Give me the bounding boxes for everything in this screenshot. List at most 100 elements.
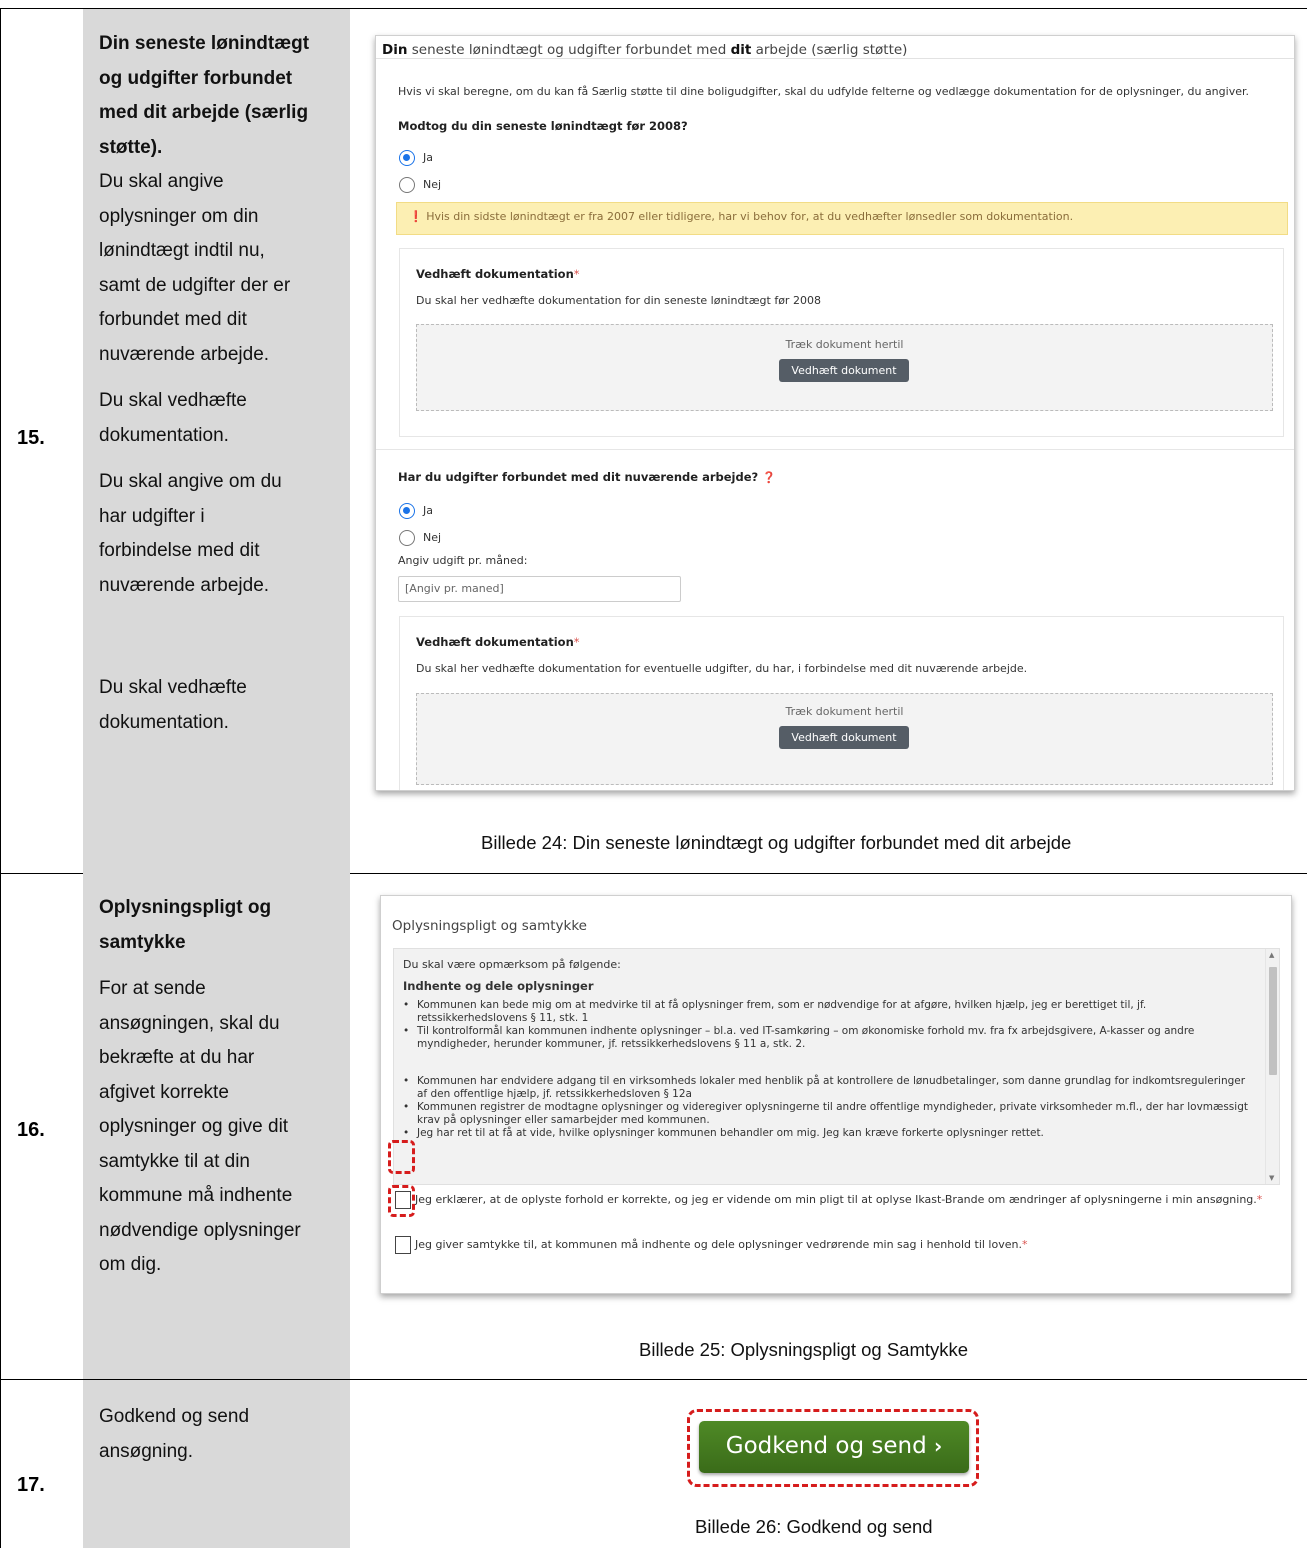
drop-zone-text: Træk dokument hertil [785, 338, 904, 351]
step-description: Godkend og send ansøgning. [99, 1400, 339, 1469]
warning-text: Hvis din sidste lønindtægt er fra 2007 e… [426, 210, 1074, 223]
table-row-16: 16. Oplysningspligt og samtykke For at s… [0, 873, 1307, 1380]
consent-checkbox[interactable] [395, 1236, 411, 1254]
text-line: nødvendige oplysninger [99, 1219, 301, 1241]
text-line: afgivet korrekte [99, 1081, 229, 1103]
terms-list: Kommunen har endvidere adgang til en vir… [403, 1075, 1257, 1141]
list-item: Kommunen registrer de modtagne oplysning… [403, 1101, 1257, 1126]
title-line: samtykke [99, 931, 186, 953]
attachment-title: Vedhæft dokumentation* [416, 635, 580, 649]
title-line: Oplysningspligt og [99, 897, 272, 918]
text-line: bekræfte at du har [99, 1047, 255, 1068]
text-line: For at sende [99, 978, 206, 999]
terms-intro: Du skal være opmærksom på følgende: [403, 958, 621, 971]
text-line: dokumentation. [99, 424, 229, 446]
attachment-section-expenses: Vedhæft dokumentation* Du skal her vedhæ… [399, 616, 1284, 790]
description-cell: Din seneste lønindtægt og udgifter forbu… [83, 9, 350, 873]
intro-text: Hvis vi skal beregne, om du kan få Særli… [398, 85, 1249, 98]
step-description: Din seneste lønindtægt og udgifter forbu… [99, 27, 339, 740]
radio-yes-label: Ja [423, 504, 433, 517]
radio-no[interactable] [399, 530, 415, 546]
radio-yes[interactable] [399, 150, 415, 166]
attachment-description: Du skal her vedhæfte dokumentation for d… [416, 294, 821, 307]
consent-text: Jeg giver samtykke til, at kommunen må i… [415, 1238, 1028, 1251]
text-line: Du skal vedhæfte [99, 677, 247, 698]
scrollbar[interactable]: ▲ ▼ [1265, 949, 1279, 1184]
text-line: oplysninger om din [99, 205, 259, 227]
figure-caption: Billede 26: Godkend og send [695, 1516, 933, 1537]
text-line: kommune må indhente [99, 1185, 293, 1206]
text-line: nuværende arbejde. [99, 343, 270, 365]
step-number-cell: 16. [1, 873, 83, 1379]
instruction-table: 15. Din seneste lønindtægt og udgifter f… [0, 0, 1307, 1548]
figure-caption: Billede 24: Din seneste lønindtægt og ud… [481, 832, 1072, 853]
table-row-15: 15. Din seneste lønindtægt og udgifter f… [0, 8, 1307, 874]
radio-yes-label: Ja [423, 151, 433, 164]
scroll-up-icon[interactable]: ▲ [1269, 951, 1274, 959]
question-circle-icon[interactable]: ❓ [762, 471, 776, 484]
figure-caption: Billede 25: Oplysningspligt og Samtykke [639, 1339, 969, 1360]
attach-document-button[interactable]: Vedhæft dokument [779, 359, 909, 382]
text-line: har udgifter i [99, 505, 205, 527]
text-line: Godkend og send [99, 1406, 250, 1427]
list-item: Kommunen kan bede mig om at medvirke til… [403, 999, 1257, 1024]
radio-no[interactable] [399, 177, 415, 193]
scroll-down-icon[interactable]: ▼ [1269, 1174, 1274, 1182]
radio-no-label: Nej [423, 531, 442, 544]
exclamation-circle-icon: ❗ [409, 210, 423, 223]
radio-no-label: Nej [423, 178, 442, 191]
question-work-expenses: Har du udgifter forbundet med dit nuvære… [398, 470, 776, 484]
text-line: Du skal angive [99, 171, 224, 192]
highlight-marker [388, 1140, 415, 1174]
attachment-section-salary: Vedhæft dokumentation* Du skal her vedhæ… [399, 248, 1284, 437]
terms-section-title: Indhente og dele oplysninger [403, 979, 594, 993]
step-number: 17. [17, 1474, 45, 1496]
title-line: med dit arbejde (særlig [99, 102, 309, 123]
text-line: nuværende arbejde. [99, 574, 270, 596]
approve-and-send-button[interactable]: Godkend og send › [699, 1421, 969, 1473]
text-line: om dig. [99, 1254, 162, 1275]
text-line: samtykke til at din [99, 1150, 250, 1172]
step-number: 16. [17, 1119, 45, 1141]
list-item: Kommunen har endvidere adgang til en vir… [403, 1075, 1257, 1100]
text-line: forbindelse med dit [99, 540, 260, 561]
drop-zone-text: Træk dokument hertil [785, 705, 904, 718]
attachment-title: Vedhæft dokumentation* [416, 267, 580, 281]
attach-document-button[interactable]: Vedhæft dokument [779, 726, 909, 749]
text-line: lønindtægt indtil nu, [99, 240, 265, 261]
text-line: ansøgning. [99, 1440, 194, 1462]
list-item: Til kontrolformål kan kommunen indhente … [403, 1025, 1257, 1050]
title-line: Din seneste lønindtægt [99, 33, 310, 54]
text-line: Du skal angive om du [99, 471, 282, 492]
text-line: Du skal vedhæfte [99, 390, 247, 411]
step-number: 15. [17, 427, 45, 449]
button-label: Godkend og send [725, 1433, 927, 1459]
chevron-right-icon: › [934, 1434, 943, 1458]
panel-header: Oplysningspligt og samtykke [392, 918, 587, 934]
step-number-cell: 17. [1, 1380, 83, 1548]
text-line: forbundet med dit [99, 309, 247, 330]
step-description: Oplysningspligt og samtykke For at sende… [99, 891, 339, 1283]
description-cell: Oplysningspligt og samtykke For at sende… [83, 873, 350, 1379]
warning-alert: ❗ Hvis din sidste lønindtægt er fra 2007… [396, 202, 1288, 235]
terms-scroll-area[interactable]: Du skal være opmærksom på følgende: Indh… [393, 948, 1280, 1185]
screenshot-special-support: Din seneste lønindtægt og udgifter forbu… [375, 35, 1295, 791]
list-item: Jeg har ret til at få at vide, hvilke op… [403, 1127, 1257, 1140]
drop-zone[interactable]: Træk dokument hertil Vedhæft dokument [416, 693, 1273, 785]
scroll-thumb[interactable] [1269, 967, 1277, 1075]
description-cell: Godkend og send ansøgning. [83, 1380, 350, 1548]
title-line: og udgifter forbundet [99, 67, 293, 89]
text-line: dokumentation. [99, 711, 229, 733]
step-number-cell: 15. [1, 9, 83, 873]
question-salary-before-2008: Modtog du din seneste lønindtægt før 200… [398, 119, 688, 133]
title-line: støtte). [99, 136, 163, 158]
amount-label: Angiv udgift pr. måned: [398, 554, 528, 567]
declaration-text: Jeg erklærer, at de oplyste forhold er k… [415, 1193, 1263, 1206]
text-line: oplysninger og give dit [99, 1116, 289, 1137]
panel-header: Din seneste lønindtægt og udgifter forbu… [382, 42, 908, 58]
screenshot-consent: Oplysningspligt og samtykke Du skal være… [380, 895, 1292, 1294]
drop-zone[interactable]: Træk dokument hertil Vedhæft dokument [416, 324, 1273, 411]
highlight-marker [388, 1185, 415, 1217]
radio-yes[interactable] [399, 503, 415, 519]
monthly-expense-input[interactable]: [Angiv pr. maned] [398, 576, 681, 602]
